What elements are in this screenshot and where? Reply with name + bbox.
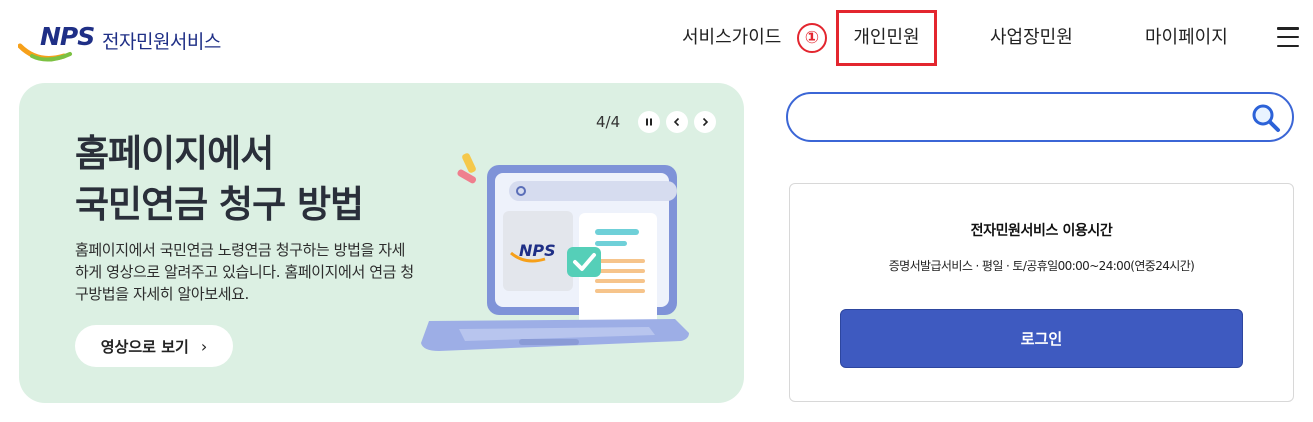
- menu-hamburger-icon[interactable]: [1277, 27, 1299, 47]
- service-hours-title: 전자민원서비스 이용시간: [970, 223, 1113, 239]
- nav-personal-civil[interactable]: 개인민원: [836, 10, 937, 66]
- nav-service-guide[interactable]: 서비스가이드: [682, 20, 781, 56]
- search-icon[interactable]: [1250, 102, 1282, 134]
- banner-description: 홈페이지에서 국민연금 노령연금 청구하는 방법을 자세하게 영상으로 알려주고…: [75, 241, 414, 303]
- search-input[interactable]: [808, 104, 1238, 130]
- watch-video-button[interactable]: 영상으로 보기 ›: [75, 325, 233, 367]
- login-button[interactable]: 로그인: [840, 309, 1243, 368]
- pause-icon[interactable]: [638, 111, 661, 133]
- next-slide-icon[interactable]: [694, 111, 717, 133]
- watch-video-label: 영상으로 보기: [100, 337, 189, 356]
- logo-service-name: 전자민원서비스: [102, 30, 221, 53]
- promo-banner: 홈페이지에서 국민연금 청구 방법 홈페이지에서 국민연금 노령연금 청구하는 …: [19, 83, 744, 403]
- nav-my-page[interactable]: 마이페이지: [1145, 20, 1228, 56]
- nps-logo[interactable]: NPS 전자민원서비스: [18, 18, 221, 62]
- banner-slider-controls: 4/4: [596, 111, 717, 133]
- illustration-logo-text: NPS: [519, 241, 556, 260]
- laptop-illustration: NPS: [421, 153, 689, 351]
- chevron-right-icon: ›: [200, 336, 208, 356]
- banner-title-line1: 홈페이지에서: [75, 132, 274, 175]
- banner-page-indicator: 4/4: [596, 113, 621, 131]
- service-hours-text: 증명서발급서비스 · 평일 · 토/공휴일00:00~24:00(연중24시간): [888, 259, 1195, 273]
- login-panel: 전자민원서비스 이용시간 증명서발급서비스 · 평일 · 토/공휴일00:00~…: [789, 183, 1294, 402]
- logo-nps-text: NPS: [40, 22, 95, 51]
- previous-slide-icon[interactable]: [666, 111, 689, 133]
- nav-personal-label: 개인민원: [853, 27, 920, 48]
- banner-title: 홈페이지에서 국민연금 청구 방법: [75, 128, 364, 230]
- nav-business-civil[interactable]: 사업장민원: [990, 20, 1073, 56]
- logo-mark: NPS: [18, 18, 104, 62]
- banner-title-line2: 국민연금 청구 방법: [75, 183, 364, 226]
- step-marker-badge: ①: [797, 23, 827, 53]
- search-bar: [786, 92, 1294, 142]
- site-header: NPS 전자민원서비스 서비스가이드 ① 개인민원 사업장민원 마이페이지: [0, 0, 1313, 76]
